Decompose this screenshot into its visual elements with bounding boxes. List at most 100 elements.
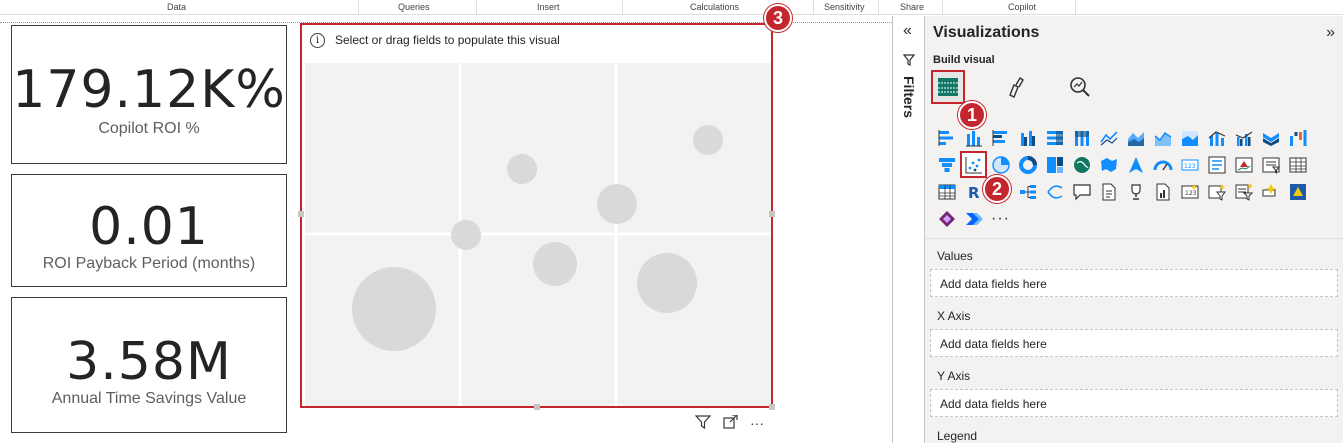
placeholder-bubble [597, 184, 637, 224]
kpi-card-copilot-roi[interactable]: 179.12K% Copilot ROI % [11, 25, 287, 164]
list-slicer-icon[interactable] [1230, 178, 1257, 205]
ribbon-chart-icon[interactable] [1257, 124, 1284, 151]
collapse-icon[interactable]: « [903, 22, 912, 40]
card-icon[interactable]: 123 [1176, 151, 1203, 178]
key-influencers-icon[interactable] [1014, 178, 1041, 205]
kpi-value: 0.01 [89, 197, 209, 257]
arcgis-map-icon[interactable] [1284, 178, 1311, 205]
ribbon-divider [813, 0, 814, 14]
visual-placeholder-text: Select or drag fields to populate this v… [335, 33, 560, 47]
power-apps-icon[interactable] [933, 205, 960, 232]
format-visual-mode-button[interactable] [999, 70, 1033, 104]
analytics-mode-button[interactable] [1063, 70, 1097, 104]
svg-text:123: 123 [1184, 163, 1196, 170]
ribbon-group-share: Share [900, 2, 925, 12]
slicer-icon[interactable] [1257, 151, 1284, 178]
ribbon-divider [878, 0, 879, 14]
well-label-values: Values [937, 249, 973, 263]
decomposition-tree-icon[interactable] [1041, 178, 1068, 205]
more-visuals-ellipsis: ··· [991, 209, 1010, 227]
clustered-bar-chart-icon[interactable] [987, 124, 1014, 151]
metrics-trophy-icon[interactable] [1122, 178, 1149, 205]
ribbon-divider [942, 0, 943, 14]
donut-chart-icon[interactable] [1014, 151, 1041, 178]
kpi-label: Annual Time Savings Value [51, 390, 247, 407]
waterfall-chart-icon[interactable] [1284, 124, 1311, 151]
placeholder-bubble [352, 267, 436, 351]
scatter-placeholder-graphic [305, 63, 771, 406]
card-new-icon[interactable]: 123 [1176, 178, 1203, 205]
placeholder-bubble [637, 253, 697, 313]
filters-pane-collapsed[interactable]: « Filters [892, 16, 925, 443]
funnel-icon [902, 54, 916, 69]
values-well[interactable]: Add data fields here [930, 269, 1338, 297]
filter-icon[interactable] [694, 415, 712, 432]
placeholder-bubble [451, 220, 481, 250]
x-axis-well[interactable]: Add data fields here [930, 329, 1338, 357]
well-label-x-axis: X Axis [937, 309, 971, 323]
narrative-icon[interactable] [1095, 178, 1122, 205]
kpi-card-payback-period[interactable]: 0.01 ROI Payback Period (months) [11, 174, 287, 287]
visual-header: i Select or drag fields to populate this… [310, 31, 560, 49]
button-slicer-icon[interactable] [1203, 178, 1230, 205]
scatter-chart-placeholder[interactable]: i Select or drag fields to populate this… [298, 23, 775, 410]
100-stacked-area-chart-icon[interactable] [1176, 124, 1203, 151]
focus-mode-icon[interactable] [723, 414, 738, 432]
ribbon-group-insert: Insert [537, 2, 560, 12]
table-icon[interactable] [1284, 151, 1311, 178]
more-options-icon[interactable]: ··· [750, 415, 764, 432]
area-chart-icon[interactable] [1122, 124, 1149, 151]
stacked-column-chart-icon[interactable] [960, 124, 987, 151]
pane-title: Visualizations [933, 24, 1040, 41]
funnel-chart-icon[interactable] [933, 151, 960, 178]
report-canvas[interactable]: 179.12K% Copilot ROI % 0.01 ROI Payback … [0, 4, 892, 443]
filled-map-icon[interactable] [1095, 151, 1122, 178]
line-chart-icon[interactable] [1095, 124, 1122, 151]
matrix-icon[interactable] [933, 178, 960, 205]
gauge-icon[interactable] [1149, 151, 1176, 178]
callout-badge-2: 2 [983, 175, 1011, 203]
line-and-clustered-column-chart-icon[interactable] [1230, 124, 1257, 151]
placeholder-bubble [693, 125, 723, 155]
100-stacked-bar-chart-icon[interactable] [1041, 124, 1068, 151]
scatter-chart-icon[interactable] [960, 151, 987, 178]
resize-handle[interactable] [298, 211, 304, 217]
pane-divider [925, 238, 1343, 239]
y-axis-well[interactable]: Add data fields here [930, 389, 1338, 417]
power-automate-icon[interactable] [960, 205, 987, 232]
info-icon: i [310, 32, 325, 48]
build-visual-mode-button[interactable] [931, 70, 965, 104]
line-and-stacked-column-chart-icon[interactable] [1203, 124, 1230, 151]
resize-handle[interactable] [534, 404, 540, 410]
ribbon-divider [1075, 0, 1076, 14]
placeholder-bubble [507, 154, 537, 184]
paginated-report-icon[interactable] [1149, 178, 1176, 205]
kpi-icon[interactable] [1230, 151, 1257, 178]
map-icon[interactable] [1068, 151, 1095, 178]
table-build-icon [938, 78, 958, 96]
more-visuals-icon[interactable]: ··· [987, 205, 1014, 232]
text-slicer-icon[interactable] [1257, 178, 1284, 205]
pie-chart-icon[interactable] [987, 151, 1014, 178]
stacked-bar-chart-icon[interactable] [933, 124, 960, 151]
callout-badge-3: 3 [764, 4, 792, 32]
clustered-column-chart-icon[interactable] [1014, 124, 1041, 151]
paint-brush-icon [1009, 77, 1024, 98]
kpi-label: Copilot ROI % [98, 120, 200, 137]
treemap-icon[interactable] [1041, 151, 1068, 178]
filters-label[interactable]: Filters [901, 76, 917, 118]
azure-map-icon[interactable] [1122, 151, 1149, 178]
100-stacked-column-chart-icon[interactable] [1068, 124, 1095, 151]
expand-pane-icon[interactable]: » [1326, 24, 1335, 42]
multi-row-card-icon[interactable] [1203, 151, 1230, 178]
stacked-area-chart-icon[interactable] [1149, 124, 1176, 151]
qa-visual-icon[interactable] [1068, 178, 1095, 205]
resize-handle[interactable] [769, 211, 775, 217]
resize-handle[interactable] [769, 404, 775, 410]
ribbon-group-sensitivity: Sensitivity [824, 2, 865, 12]
well-label-legend: Legend [937, 429, 978, 443]
svg-text:123: 123 [1185, 190, 1197, 197]
kpi-card-time-savings[interactable]: 3.58M Annual Time Savings Value [11, 297, 287, 433]
ribbon-divider [358, 0, 359, 14]
kpi-label: ROI Payback Period (months) [42, 255, 256, 272]
